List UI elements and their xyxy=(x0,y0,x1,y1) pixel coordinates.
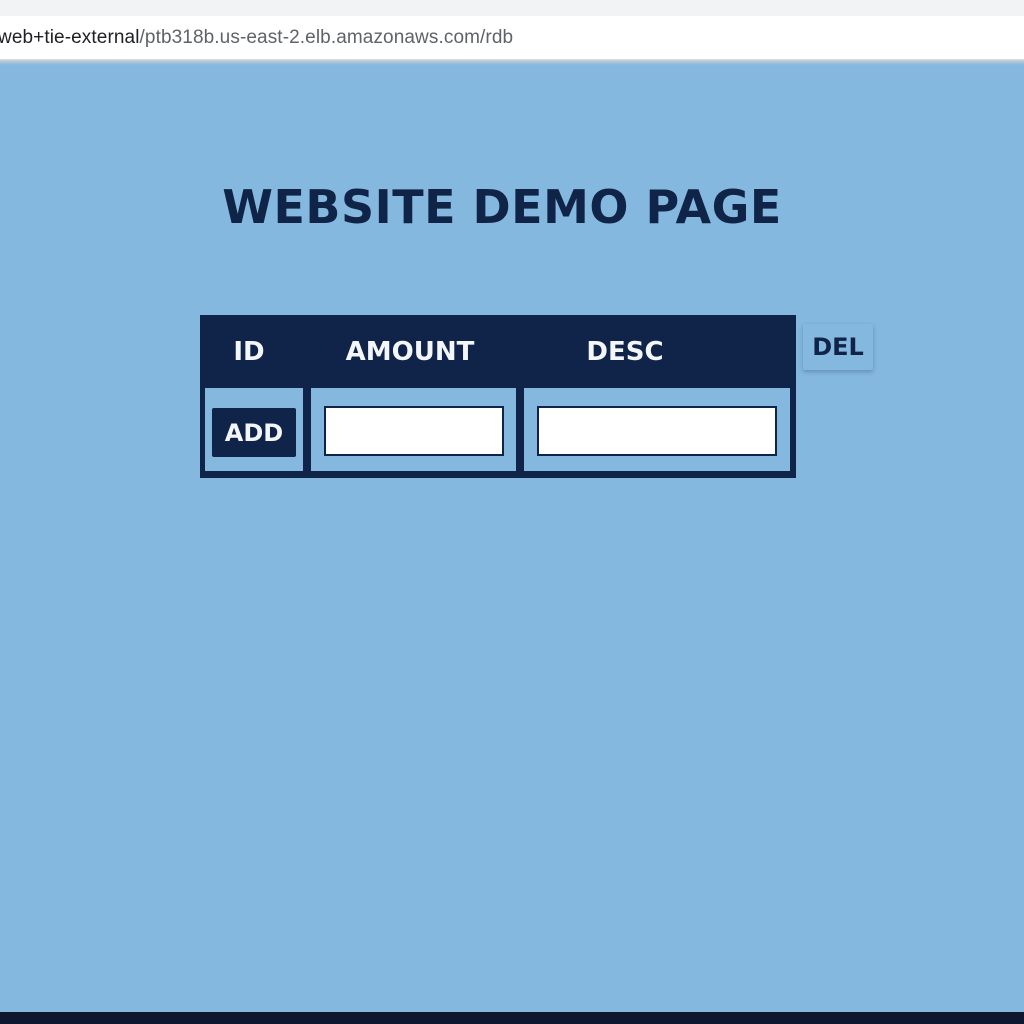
del-button[interactable]: DEL xyxy=(803,324,873,370)
url-host: web+tie-external xyxy=(0,26,140,48)
column-header-id: ID xyxy=(233,337,265,367)
desc-input[interactable] xyxy=(537,406,777,456)
desc-cell xyxy=(524,388,790,471)
id-cell: ADD xyxy=(205,388,303,471)
address-bar[interactable]: web+tie-external/ptb318b.us-east-2.elb.a… xyxy=(0,16,1024,60)
url-text[interactable]: web+tie-external/ptb318b.us-east-2.elb.a… xyxy=(0,27,513,49)
bottom-bar xyxy=(0,1012,1024,1024)
url-path: /ptb318b.us-east-2.elb.amazonaws.com/rdb xyxy=(139,26,514,48)
add-button[interactable]: ADD xyxy=(212,408,296,457)
amount-cell xyxy=(311,388,516,471)
browser-top-strip xyxy=(0,0,1024,17)
amount-input[interactable] xyxy=(324,406,504,456)
column-header-desc: DESC xyxy=(586,337,664,367)
data-table: ID AMOUNT DESC ADD xyxy=(200,315,796,478)
toolbar-shadow xyxy=(0,60,1024,65)
column-header-amount: AMOUNT xyxy=(345,337,475,367)
page-title: WEBSITE DEMO PAGE xyxy=(222,180,782,234)
